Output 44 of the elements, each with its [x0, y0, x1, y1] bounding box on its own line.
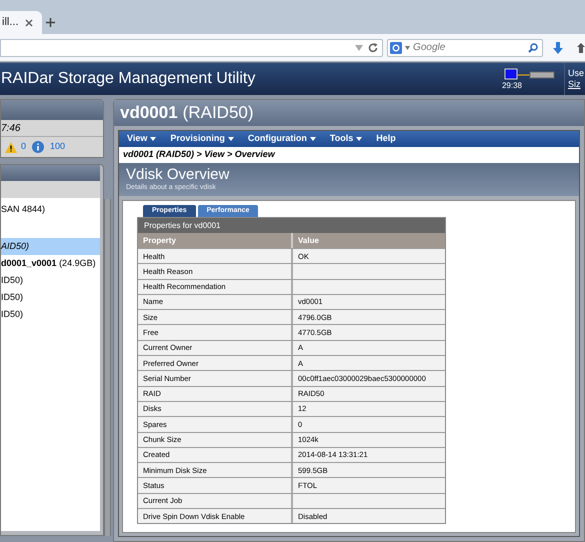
breadcrumb: vd0001 (RAID50) > View > Overview: [123, 148, 275, 162]
menu-item[interactable]: Configuration: [248, 132, 316, 146]
tree-item[interactable]: SAN 4844): [1, 201, 100, 218]
address-field[interactable]: [0, 38, 384, 56]
search-input[interactable]: Google: [413, 40, 526, 55]
app-title: RAIDar Storage Management Utility: [0, 69, 256, 89]
browser-tab[interactable]: ill...: [0, 11, 42, 34]
search-icon[interactable]: [528, 42, 538, 52]
user-label: Use: [568, 68, 584, 79]
search-engine-icon[interactable]: [390, 42, 402, 54]
new-tab-icon[interactable]: [46, 18, 55, 27]
connection-status-icon: [504, 68, 556, 82]
caret-icon: [310, 137, 316, 141]
caret-icon: [150, 137, 156, 141]
user-link[interactable]: Siz: [568, 79, 584, 90]
status-time: 7:46: [1, 122, 20, 136]
download-arrow-icon[interactable]: [553, 42, 564, 54]
dropdown-icon[interactable]: [405, 46, 410, 50]
search-field[interactable]: Google: [387, 38, 544, 56]
warning-icon: [5, 142, 17, 152]
vdisk-title: vd0001: [120, 102, 178, 124]
tree-item[interactable]: AID50): [1, 238, 100, 255]
table-caption: Properties for vd0001: [138, 218, 445, 233]
vdisk-raid-label: (RAID50): [182, 102, 254, 124]
reload-icon[interactable]: [368, 42, 378, 52]
close-icon[interactable]: [24, 18, 32, 26]
tree-item[interactable]: d0001_v0001 (24.9GB): [1, 255, 100, 272]
column-header: Value: [297, 234, 320, 246]
menu-item[interactable]: Tools: [330, 132, 362, 146]
column-header: Property: [138, 233, 293, 248]
caret-icon: [356, 137, 362, 141]
tree-item[interactable]: ID50): [1, 289, 100, 306]
section-title: Vdisk Overview: [126, 166, 230, 182]
menu-item[interactable]: Help: [376, 132, 396, 146]
menu-item[interactable]: Provisioning: [170, 132, 234, 146]
tree-item[interactable]: ID50): [1, 272, 100, 289]
session-time: 29:38: [502, 82, 522, 90]
tree-item[interactable]: ID50): [1, 306, 100, 323]
dropdown-icon[interactable]: [355, 44, 364, 50]
info-count: 100: [50, 140, 66, 154]
caret-icon: [228, 137, 234, 141]
info-icon: [32, 141, 44, 153]
warning-count: 0: [21, 140, 26, 154]
menu-item[interactable]: View: [127, 132, 156, 146]
